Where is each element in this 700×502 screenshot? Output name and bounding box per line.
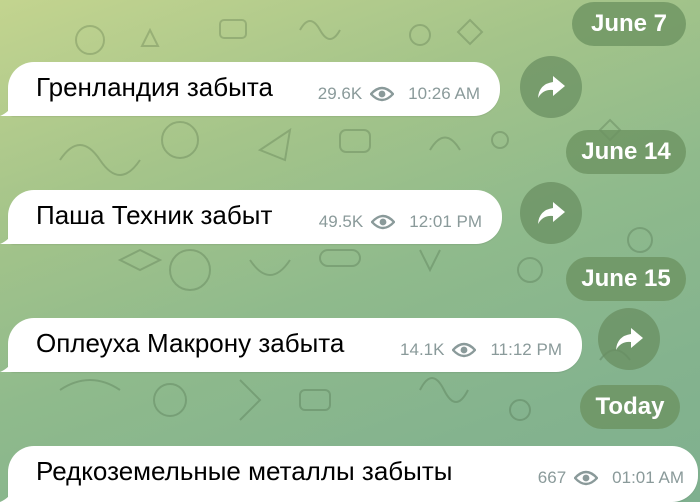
bubble-tail (0, 228, 16, 244)
eye-icon (574, 470, 599, 486)
date-label: June 15 (581, 265, 671, 292)
view-count: 667 (537, 468, 567, 487)
view-count: 29.6K (317, 84, 363, 103)
message-meta: 14.1K 11:12 PM (400, 340, 562, 360)
message-bubble[interactable]: Редкоземельные металлы забыты 667 01:01 … (0, 446, 698, 502)
message-meta: 49.5K 12:01 PM (319, 212, 482, 232)
message-bubble[interactable]: Оплеуха Макрону забыта 14.1K 11:12 PM (0, 318, 582, 372)
share-forward-icon (616, 328, 643, 350)
forward-button[interactable] (520, 182, 582, 244)
forward-button[interactable] (520, 56, 582, 118)
date-label: Today (595, 393, 665, 420)
message-time: 12:01 PM (409, 212, 482, 231)
share-forward-icon (538, 202, 565, 224)
message-text: Редкоземельные металлы забыты (36, 456, 453, 486)
chat-background: June 7 Гренландия забыта 29.6K 10:26 AM … (0, 0, 700, 502)
message-meta: 667 01:01 AM (538, 468, 684, 488)
bubble-tail (0, 486, 16, 502)
eye-icon (371, 214, 396, 230)
message-time: 01:01 AM (612, 468, 684, 487)
message-text: Паша Техник забыт (36, 200, 273, 230)
message-bubble[interactable]: Гренландия забыта 29.6K 10:26 AM (0, 62, 500, 116)
share-forward-icon (538, 76, 565, 98)
date-separator: June 14 (566, 130, 686, 174)
bubble-tail (0, 356, 16, 372)
message-text: Оплеуха Макрону забыта (36, 328, 345, 358)
bubble-tail (0, 100, 16, 116)
message-bubble[interactable]: Паша Техник забыт 49.5K 12:01 PM (0, 190, 502, 244)
date-separator: June 15 (566, 257, 686, 301)
eye-icon (452, 342, 477, 358)
message-text: Гренландия забыта (36, 72, 273, 102)
view-count: 14.1K (400, 340, 445, 359)
message-meta: 29.6K 10:26 AM (318, 84, 480, 104)
date-label: June 14 (581, 138, 671, 165)
date-label: June 7 (590, 10, 668, 37)
message-time: 11:12 PM (490, 340, 562, 359)
view-count: 49.5K (318, 212, 364, 231)
eye-icon (370, 86, 395, 102)
date-separator: June 7 (572, 2, 686, 46)
date-separator: Today (580, 385, 680, 429)
message-time: 10:26 AM (408, 84, 480, 103)
forward-button[interactable] (598, 308, 660, 370)
